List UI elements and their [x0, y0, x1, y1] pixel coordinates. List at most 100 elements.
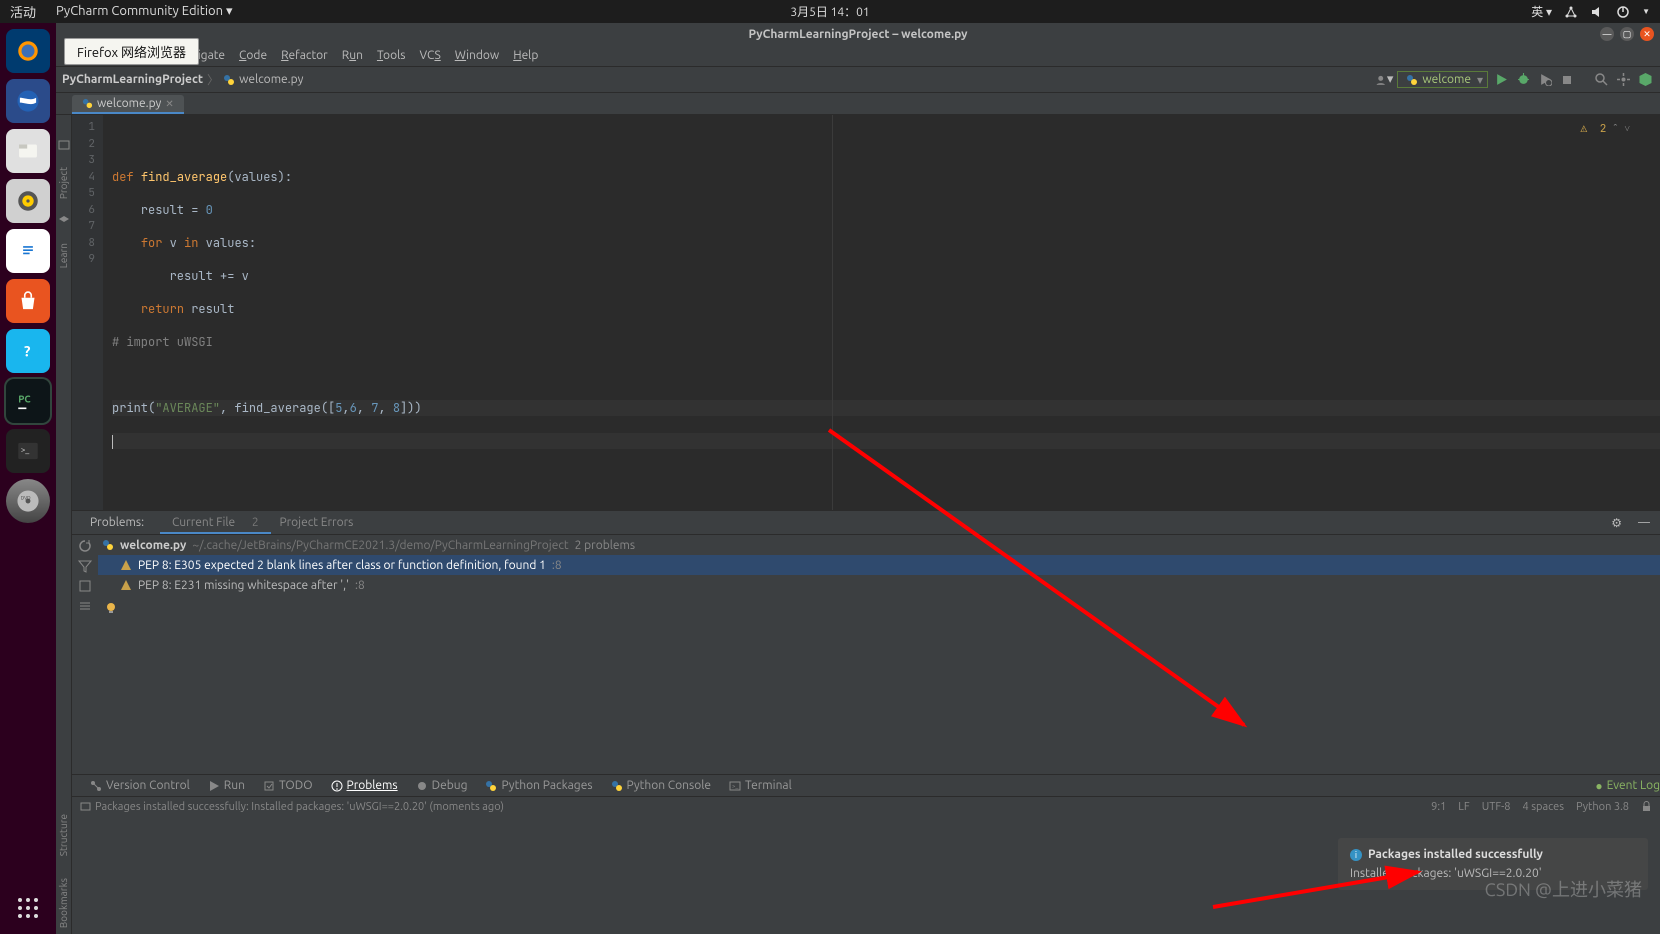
clock[interactable]: 3月5日 14：01 [790, 3, 869, 20]
launcher-libreoffice[interactable] [6, 229, 50, 273]
tab-label: welcome.py [97, 97, 161, 110]
problems-icons-bar [72, 535, 98, 774]
pycharm-window: PyCharmLearningProject – welcome.py — ▢ … [56, 23, 1660, 934]
statusbar: Packages installed successfully: Install… [72, 796, 1660, 816]
problems-settings-icon[interactable]: ⚙ [1611, 516, 1622, 530]
python-file-icon [82, 98, 93, 109]
pycharm-logo-icon[interactable] [1636, 71, 1654, 89]
window-titlebar[interactable]: PyCharmLearningProject – welcome.py — ▢ … [56, 23, 1660, 45]
intention-bulb-icon[interactable] [98, 595, 1660, 615]
bottom-pyconsole[interactable]: Python Console [611, 779, 712, 792]
run-config-select[interactable]: welcome [1397, 71, 1488, 88]
svg-text:PC: PC [18, 394, 31, 405]
network-icon[interactable] [1564, 5, 1578, 19]
project-tool-label[interactable]: Project [58, 161, 69, 205]
settings-button[interactable] [1614, 71, 1632, 89]
expand-icon[interactable] [78, 579, 92, 593]
status-position[interactable]: 9:1 [1431, 801, 1446, 813]
menu-tools[interactable]: Tools [371, 47, 412, 64]
menu-vcs[interactable]: VCS [413, 47, 446, 64]
window-minimize[interactable]: — [1600, 27, 1614, 41]
launcher-terminal[interactable]: >_ [6, 429, 50, 473]
code-content[interactable]: ⚠ 2 ˆ ˅ def find_average(values): result… [104, 115, 1660, 510]
window-close[interactable]: ✕ [1640, 27, 1654, 41]
status-encoding[interactable]: UTF-8 [1482, 801, 1511, 813]
project-tool-icon[interactable] [58, 139, 70, 151]
stop-button[interactable] [1558, 71, 1576, 89]
breadcrumb-root[interactable]: PyCharmLearningProject [62, 73, 203, 86]
window-maximize[interactable]: ▢ [1620, 27, 1634, 41]
info-icon: i [1350, 849, 1362, 861]
volume-icon[interactable] [1590, 5, 1604, 19]
debug-button[interactable] [1514, 71, 1532, 89]
structure-tool-label[interactable]: Structure [58, 808, 69, 862]
lang-indicator[interactable]: 英 ▾ [1531, 3, 1552, 20]
breadcrumb: PyCharmLearningProject 〉 welcome.py [62, 71, 303, 88]
inspection-badge[interactable]: ⚠ 2 ˆ ˅ [1581, 121, 1630, 138]
bottom-tool-bar: Version Control Run TODO Problems Debug … [72, 774, 1660, 796]
launcher-thunderbird[interactable] [6, 79, 50, 123]
bottom-event-log[interactable]: ● Event Log [1595, 779, 1660, 793]
bottom-todo[interactable]: TODO [263, 779, 313, 792]
launcher-rhythmbox[interactable] [6, 179, 50, 223]
status-indent[interactable]: 4 spaces [1523, 801, 1565, 813]
menu-code[interactable]: Code [233, 47, 273, 64]
app-name[interactable]: PyCharm Community Edition ▾ [56, 4, 233, 19]
problems-list: welcome.py ~/.cache/JetBrains/PyCharmCE2… [98, 535, 1660, 774]
launcher-pycharm[interactable]: PC [6, 379, 50, 423]
problems-hide-icon[interactable]: — [1638, 516, 1650, 529]
learn-tool-label[interactable]: Learn [58, 237, 69, 274]
launcher-show-apps[interactable] [10, 890, 46, 926]
svg-text:?: ? [24, 343, 31, 360]
launcher-files[interactable] [6, 129, 50, 173]
run-button[interactable] [1492, 71, 1510, 89]
launcher-firefox[interactable] [6, 29, 50, 73]
menu-help[interactable]: Help [507, 47, 544, 64]
launcher-software[interactable] [6, 279, 50, 323]
runconfig-icon [1406, 74, 1418, 86]
editor-tab-welcome[interactable]: welcome.py ✕ [72, 95, 184, 114]
run-coverage-button[interactable] [1536, 71, 1554, 89]
line-gutter: 123 456 789 [72, 115, 104, 510]
menu-window[interactable]: Window [449, 47, 505, 64]
launcher-disc[interactable]: DVD [6, 479, 50, 523]
bottom-terminal[interactable]: >_Terminal [729, 779, 792, 792]
problems-tab-current[interactable]: Current File 2 [160, 513, 271, 534]
activities-label[interactable]: 活动 [10, 2, 36, 21]
user-icon[interactable]: ▾ [1375, 71, 1393, 89]
csdn-watermark: CSDN @上进小菜猪 [1485, 876, 1642, 902]
svg-text:>_: >_ [21, 445, 31, 455]
bottom-debug[interactable]: Debug [416, 779, 468, 792]
tab-close[interactable]: ✕ [165, 98, 173, 110]
learn-tool-icon[interactable] [58, 215, 70, 227]
bottom-pypackages[interactable]: Python Packages [485, 779, 592, 792]
editor[interactable]: 123 456 789 ⚠ 2 ˆ ˅ def find_average(val… [72, 115, 1660, 510]
firefox-tooltip: Firefox 网络浏览器 [64, 38, 199, 65]
status-lineend[interactable]: LF [1458, 801, 1469, 813]
collapse-icon[interactable] [78, 599, 92, 613]
bookmarks-tool-label[interactable]: Bookmarks [58, 872, 69, 934]
breadcrumb-file[interactable]: welcome.py [239, 73, 303, 86]
menu-refactor[interactable]: Refactor [275, 47, 334, 64]
status-interpreter[interactable]: Python 3.8 [1576, 801, 1629, 813]
bottom-run[interactable]: Run [208, 779, 245, 792]
menu-run[interactable]: Run [336, 47, 369, 64]
text-caret [112, 435, 113, 449]
python-file-icon [223, 74, 235, 86]
problems-file-row[interactable]: welcome.py ~/.cache/JetBrains/PyCharmCE2… [98, 535, 1660, 555]
filter-icon[interactable] [78, 559, 92, 573]
svg-text:>_: >_ [732, 783, 738, 790]
status-message[interactable]: Packages installed successfully: Install… [80, 801, 504, 813]
system-menu-chevron[interactable]: ▼ [1642, 7, 1650, 16]
status-lock-icon[interactable] [1641, 801, 1652, 813]
bottom-problems[interactable]: Problems [331, 779, 398, 792]
problem-item-2[interactable]: PEP 8: E231 missing whitespace after ','… [98, 575, 1660, 595]
problems-tab-project[interactable]: Project Errors [273, 513, 359, 532]
power-icon[interactable] [1616, 5, 1630, 19]
right-margin-line [832, 115, 833, 510]
bottom-vcs[interactable]: Version Control [90, 779, 190, 792]
launcher-help[interactable]: ? [6, 329, 50, 373]
refresh-icon[interactable] [78, 539, 92, 553]
search-everywhere-button[interactable] [1592, 71, 1610, 89]
problem-item-1[interactable]: PEP 8: E305 expected 2 blank lines after… [98, 555, 1660, 575]
